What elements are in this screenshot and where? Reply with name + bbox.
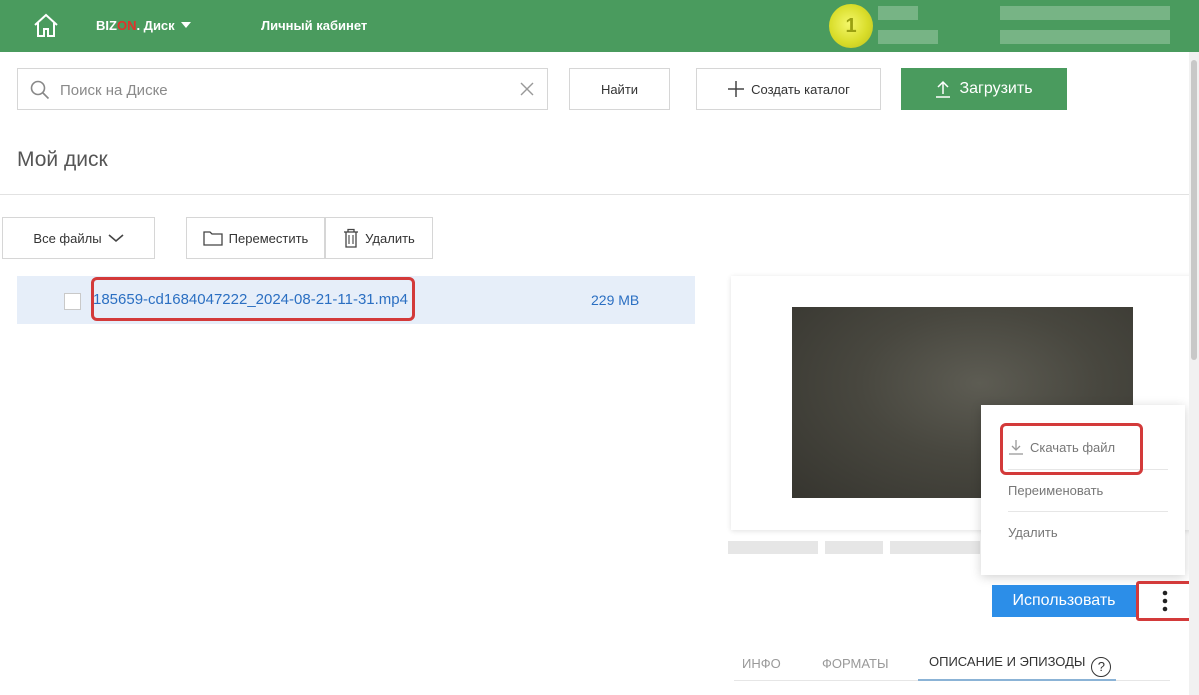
file-filter-dropdown[interactable]: Все файлы (2, 217, 155, 259)
menu-separator (1008, 511, 1168, 512)
redacted-user-info (878, 6, 918, 20)
upload-button[interactable]: Загрузить (901, 68, 1067, 110)
context-menu: Скачать файл Переименовать Удалить (981, 405, 1185, 575)
home-icon[interactable] (32, 12, 60, 38)
use-button[interactable]: Использовать (992, 585, 1136, 617)
file-name-link[interactable]: 185659-cd1684047222_2024-08-21-11-31.mp4 (93, 291, 408, 308)
redacted-user-info (878, 30, 938, 44)
move-label: Переместить (228, 230, 309, 246)
file-size: 229 MB (591, 292, 640, 308)
search-input[interactable] (60, 79, 500, 101)
file-filter-label: Все файлы (33, 230, 102, 246)
help-icon[interactable]: ? (1091, 656, 1112, 677)
create-folder-button[interactable]: Создать каталог (696, 68, 881, 110)
active-tab-indicator (918, 679, 1116, 681)
trash-icon (344, 228, 359, 248)
brand-text-2: . Диск (136, 18, 175, 33)
brand-text-1: BIZ (96, 18, 117, 33)
search-box (17, 68, 548, 110)
delete-button[interactable]: Удалить (325, 217, 433, 259)
delete-label: Удалить (365, 230, 415, 246)
upload-label: Загрузить (959, 80, 1033, 97)
tab-description[interactable]: ОПИСАНИЕ И ЭПИЗОДЫ? (929, 654, 1112, 677)
tab-description-label: ОПИСАНИЕ И ЭПИЗОДЫ (929, 654, 1086, 669)
menu-item-delete[interactable]: Удалить (1008, 525, 1058, 540)
redacted-caption (890, 541, 980, 554)
find-button[interactable]: Найти (569, 68, 670, 110)
balance-badge[interactable]: 1 (829, 4, 873, 48)
personal-cabinet-link[interactable]: Личный кабинет (261, 18, 367, 33)
redacted-caption (728, 541, 818, 554)
upload-icon (936, 80, 951, 98)
tab-info[interactable]: ИНФО (742, 656, 781, 671)
folder-icon (203, 231, 223, 246)
menu-item-download-label: Скачать файл (1030, 439, 1116, 455)
menu-item-download[interactable]: Скачать файл (1008, 439, 1115, 455)
move-button[interactable]: Переместить (186, 217, 325, 259)
page-title: Мой диск (17, 148, 108, 171)
search-icon (30, 80, 50, 100)
scrollbar-thumb[interactable] (1191, 60, 1197, 360)
divider (0, 194, 1199, 195)
menu-item-rename[interactable]: Переименовать (1008, 483, 1103, 498)
chevron-down-icon (180, 22, 191, 28)
download-icon (1009, 440, 1023, 455)
close-icon[interactable] (519, 81, 535, 97)
redacted-caption (825, 541, 883, 554)
plus-icon (728, 81, 745, 97)
brand-menu[interactable]: BIZON. Диск (96, 18, 191, 33)
more-vertical-icon (1162, 590, 1168, 612)
chevron-down-icon (108, 234, 124, 243)
menu-separator (1008, 469, 1168, 470)
brand-text-accent: ON (116, 18, 137, 33)
table-row[interactable]: 185659-cd1684047222_2024-08-21-11-31.mp4… (17, 276, 695, 324)
row-checkbox[interactable] (64, 293, 81, 310)
redacted-user-info (1000, 30, 1170, 44)
redacted-user-info (1000, 6, 1170, 20)
tab-formats[interactable]: ФОРМАТЫ (822, 656, 888, 671)
create-folder-label: Создать каталог (751, 81, 850, 97)
more-options-button[interactable] (1140, 585, 1190, 617)
